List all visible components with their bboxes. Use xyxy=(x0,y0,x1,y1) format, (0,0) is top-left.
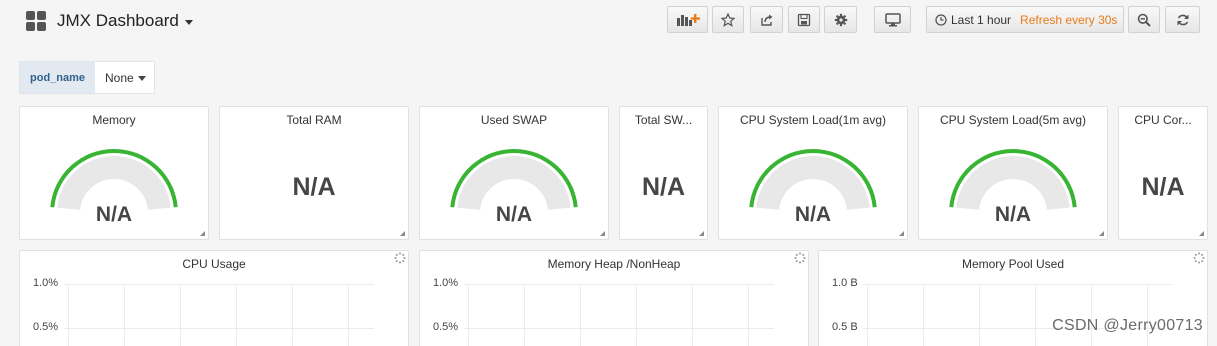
panel-resize-handle[interactable] xyxy=(200,231,205,236)
horizontal-gridline xyxy=(863,284,1173,285)
view-mode-button[interactable] xyxy=(874,6,911,33)
stat-panel[interactable]: CPU System Load(5m avg) N/A xyxy=(918,106,1108,240)
stat-value: N/A xyxy=(292,173,336,201)
panel-title[interactable]: CPU Usage xyxy=(20,257,408,271)
variable-value-dropdown[interactable]: None xyxy=(95,62,154,93)
vertical-gridline xyxy=(748,284,749,346)
vertical-gridline xyxy=(1035,284,1036,346)
panel-resize-handle[interactable] xyxy=(899,231,904,236)
panel-resize-handle[interactable] xyxy=(1099,231,1104,236)
stat-panel[interactable]: CPU System Load(1m avg) N/A xyxy=(718,106,908,240)
vertical-gridline xyxy=(524,284,525,346)
clock-icon xyxy=(935,13,947,26)
dashboard-picker[interactable]: JMX Dashboard xyxy=(26,11,193,31)
panel-resize-handle[interactable] xyxy=(1199,231,1204,236)
zoom-out-button[interactable] xyxy=(1128,6,1160,33)
monitor-icon xyxy=(884,12,901,26)
save-icon xyxy=(797,13,811,26)
zoom-out-icon xyxy=(1137,13,1151,27)
time-range-label: Last 1 hour xyxy=(951,12,1012,27)
panel-resize-handle[interactable] xyxy=(600,231,605,236)
horizontal-gridline xyxy=(64,284,374,285)
vertical-gridline xyxy=(348,284,349,346)
watermark: CSDN @Jerry00713 xyxy=(1052,317,1203,334)
vertical-gridline xyxy=(124,284,125,346)
horizontal-gridline xyxy=(464,284,774,285)
y-axis-tick-label: 0.5% xyxy=(33,321,59,333)
share-icon xyxy=(760,14,772,26)
graph-panel[interactable]: Memory Heap /NonHeap 1.0% 0.5% xyxy=(419,250,809,346)
stat-value: N/A xyxy=(794,203,832,226)
loading-spinner-icon xyxy=(794,252,806,264)
y-axis-tick-label: 0.5 B xyxy=(832,321,858,333)
loading-spinner-icon xyxy=(1193,252,1205,264)
add-panel-icon xyxy=(676,14,700,26)
dashboard-settings-button[interactable] xyxy=(824,6,857,33)
stat-value: N/A xyxy=(495,203,533,226)
loading-spinner-icon xyxy=(394,252,406,264)
vertical-gridline xyxy=(1091,284,1092,346)
panel-title[interactable]: Total RAM xyxy=(220,113,408,127)
horizontal-gridline xyxy=(64,328,374,329)
stat-value: N/A xyxy=(994,203,1032,226)
panel-title[interactable]: Memory Heap /NonHeap xyxy=(420,257,808,271)
vertical-gridline xyxy=(468,284,469,346)
panel-resize-handle[interactable] xyxy=(400,231,405,236)
vertical-gridline xyxy=(867,284,868,346)
y-axis-tick-label: 0.5% xyxy=(433,321,459,333)
refresh-icon xyxy=(1177,14,1188,25)
dashboards-grid-icon xyxy=(26,11,46,31)
vertical-gridline xyxy=(236,284,237,346)
panel-title[interactable]: Memory Pool Used xyxy=(819,257,1207,271)
horizontal-gridline xyxy=(464,328,774,329)
vertical-gridline xyxy=(68,284,69,346)
variable-label: pod_name xyxy=(20,62,96,93)
time-picker-button[interactable]: Last 1 hour Refresh every 30s xyxy=(926,6,1124,33)
vertical-gridline xyxy=(292,284,293,346)
stat-panel[interactable]: Memory N/A xyxy=(19,106,209,240)
vertical-gridline xyxy=(692,284,693,346)
y-axis-tick-label: 1.0% xyxy=(33,277,59,289)
refresh-interval-label: Refresh every 30s xyxy=(1020,12,1118,27)
chevron-down-icon xyxy=(137,76,146,81)
gear-icon xyxy=(834,13,847,26)
stat-panel[interactable]: Used SWAP N/A xyxy=(419,106,609,240)
star-dashboard-button[interactable] xyxy=(712,6,744,33)
y-axis-tick-label: 1.0% xyxy=(433,277,459,289)
chevron-down-icon xyxy=(184,19,193,25)
share-dashboard-button[interactable] xyxy=(750,6,783,33)
vertical-gridline xyxy=(180,284,181,346)
stat-panel[interactable]: CPU Cor... N/A xyxy=(1118,106,1208,240)
dashboard-title: JMX Dashboard xyxy=(57,11,179,30)
graph-panel[interactable]: CPU Usage 1.0% 0.5% xyxy=(19,250,409,346)
vertical-gridline xyxy=(979,284,980,346)
stat-value: N/A xyxy=(1141,173,1185,201)
panel-title[interactable]: CPU Cor... xyxy=(1119,113,1207,127)
stat-panel[interactable]: Total SW... N/A xyxy=(619,106,708,240)
stat-panel[interactable]: Total RAM N/A xyxy=(219,106,409,240)
y-axis-tick-label: 1.0 B xyxy=(832,277,858,289)
variable-current-value: None xyxy=(105,70,134,85)
panel-title[interactable]: Total SW... xyxy=(620,113,707,127)
stat-value: N/A xyxy=(641,173,686,201)
template-variable-pod-name: pod_name None xyxy=(19,61,155,94)
vertical-gridline xyxy=(636,284,637,346)
stat-value: N/A xyxy=(95,203,133,226)
save-dashboard-button[interactable] xyxy=(788,6,820,33)
star-icon xyxy=(721,12,735,27)
add-panel-button[interactable] xyxy=(667,6,708,33)
vertical-gridline xyxy=(580,284,581,346)
vertical-gridline xyxy=(923,284,924,346)
refresh-dashboard-button[interactable] xyxy=(1165,6,1200,33)
vertical-gridline xyxy=(1147,284,1148,346)
panel-resize-handle[interactable] xyxy=(699,231,704,236)
